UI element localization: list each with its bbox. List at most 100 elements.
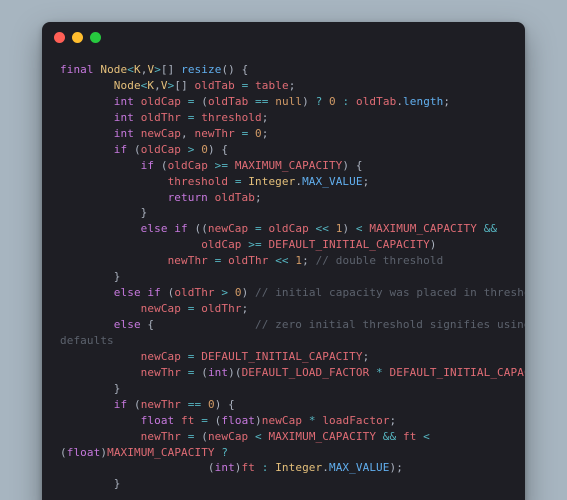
code-token: if [141, 159, 154, 172]
code-token: Node [100, 63, 127, 76]
code-token: >= [215, 159, 228, 172]
code-token: newCap [141, 350, 181, 363]
code-token: ( [195, 95, 208, 108]
code-token [349, 95, 356, 108]
code-line: newThr = (newCap < MAXIMUM_CAPACITY && f… [60, 429, 507, 445]
code-token [60, 95, 114, 108]
code-token: { [141, 318, 255, 331]
code-token: ) [242, 286, 255, 299]
traffic-light-close-icon[interactable] [54, 32, 65, 43]
code-token: length [403, 95, 443, 108]
code-token: 0 [329, 95, 336, 108]
code-token: ) [255, 414, 262, 427]
code-token: oldThr [228, 254, 268, 267]
code-token: << [275, 254, 288, 267]
code-token [60, 366, 141, 379]
code-token [383, 366, 390, 379]
code-token: table [255, 79, 289, 92]
code-token: < [356, 222, 363, 235]
code-line: int oldCap = (oldTab == null) ? 0 : oldT… [60, 94, 507, 110]
code-token: 0 [235, 286, 242, 299]
code-token: ; [363, 175, 370, 188]
code-token: ( [154, 159, 167, 172]
code-token: } [60, 270, 121, 283]
code-token: if [147, 286, 160, 299]
code-token: = [235, 175, 242, 188]
code-token: threshold [201, 111, 262, 124]
code-token [208, 191, 215, 204]
code-token: ; [443, 95, 450, 108]
code-token [181, 95, 188, 108]
code-line: if (newThr == 0) { [60, 397, 507, 413]
code-line: else { // zero initial threshold signifi… [60, 317, 507, 333]
code-token: ); [390, 461, 403, 474]
traffic-light-zoom-icon[interactable] [90, 32, 101, 43]
code-token: int [114, 95, 134, 108]
code-token: final [60, 63, 94, 76]
code-token: 0 [208, 398, 215, 411]
code-token: else [141, 222, 168, 235]
code-token: 0 [255, 127, 262, 140]
code-token [134, 95, 141, 108]
code-token: MAX_VALUE [302, 175, 363, 188]
code-line: else if (oldThr > 0) // initial capacity… [60, 285, 507, 301]
code-token: ) { [208, 143, 228, 156]
code-token: ; [242, 302, 249, 315]
code-token: (( [188, 222, 208, 235]
code-token: ft [242, 461, 255, 474]
code-token [60, 286, 114, 299]
code-token: . [322, 461, 329, 474]
code-token [60, 414, 141, 427]
code-token: ( [127, 143, 140, 156]
code-token: < [423, 430, 430, 443]
code-token: oldThr [141, 111, 181, 124]
code-token: oldCap [141, 95, 181, 108]
traffic-light-minimize-icon[interactable] [72, 32, 83, 43]
code-token: DEFAULT_INITIAL_CAPACITY [390, 366, 526, 379]
code-token: loadFactor [322, 414, 389, 427]
code-token [60, 430, 141, 443]
code-token: ) [235, 461, 242, 474]
code-token [60, 222, 141, 235]
code-token: oldTab [195, 79, 235, 92]
code-token: ? [221, 446, 228, 459]
code-line: } [60, 269, 507, 285]
code-token [255, 461, 262, 474]
code-token: // double threshold [316, 254, 444, 267]
code-block: final Node<K,V>[] resize() { Node<K,V>[]… [42, 52, 525, 500]
code-token: 0 [201, 143, 208, 156]
code-token: newCap [262, 414, 302, 427]
code-token: MAXIMUM_CAPACITY [107, 446, 215, 459]
code-token [60, 254, 168, 267]
code-token: oldTab [215, 191, 255, 204]
code-line: defaults [60, 333, 507, 349]
code-token: DEFAULT_LOAD_FACTOR [242, 366, 370, 379]
code-token [134, 111, 141, 124]
code-token: > [188, 143, 195, 156]
code-line: float ft = (float)newCap * loadFactor; [60, 413, 507, 429]
code-token: resize [181, 63, 221, 76]
code-token: oldThr [174, 286, 214, 299]
code-token: oldTab [356, 95, 396, 108]
code-token: = [255, 222, 262, 235]
code-token: == [188, 398, 201, 411]
code-token: << [316, 222, 329, 235]
code-token: DEFAULT_INITIAL_CAPACITY [201, 350, 362, 363]
code-token: defaults [60, 334, 114, 347]
code-token: } [60, 477, 121, 490]
code-line: newCap = oldThr; [60, 301, 507, 317]
code-token: ( [127, 398, 140, 411]
code-token: * [309, 414, 316, 427]
code-token [302, 414, 309, 427]
code-token: ; [390, 414, 397, 427]
code-token [134, 127, 141, 140]
code-token [181, 302, 188, 315]
code-token: , [181, 127, 194, 140]
code-token: = [201, 414, 208, 427]
code-token: ) [342, 222, 355, 235]
code-line: newThr = oldThr << 1; // double threshol… [60, 253, 507, 269]
code-token [228, 175, 235, 188]
code-token: ) { [342, 159, 362, 172]
code-token: // initial capacity was placed in thresh… [255, 286, 525, 299]
code-token: float [141, 414, 175, 427]
